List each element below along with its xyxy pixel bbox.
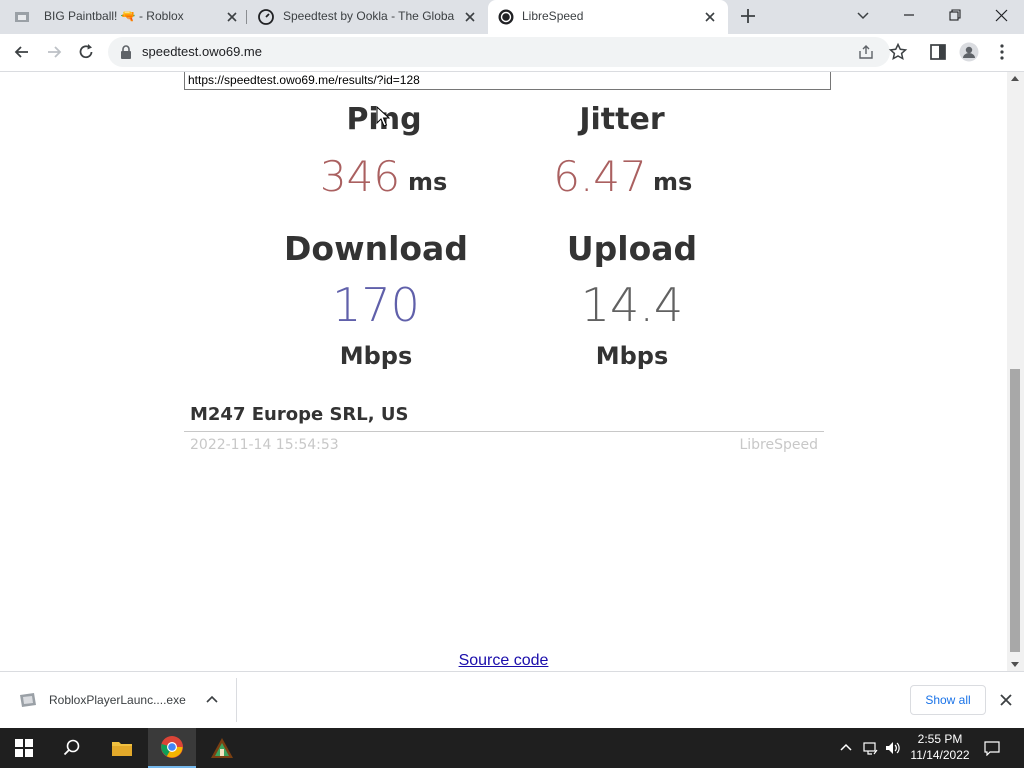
tab-roblox[interactable]: BIG Paintball! 🔫 - Roblox bbox=[0, 0, 240, 34]
page-content: https://speedtest.owo69.me/results/?id=1… bbox=[0, 72, 1007, 671]
minimize-icon bbox=[904, 14, 914, 16]
minimize-button[interactable] bbox=[886, 0, 932, 30]
taskbar-roblox[interactable] bbox=[198, 728, 246, 768]
upload-unit: Mbps bbox=[595, 342, 669, 370]
jitter-unit: ms bbox=[653, 168, 693, 196]
share-icon[interactable] bbox=[857, 43, 875, 61]
restore-icon bbox=[949, 9, 961, 21]
source-code-link[interactable]: Source code bbox=[459, 652, 549, 669]
tab-separator bbox=[246, 10, 247, 24]
download-label: Download bbox=[284, 229, 468, 268]
folder-icon bbox=[112, 742, 132, 756]
lock-icon[interactable] bbox=[120, 45, 132, 59]
clock-time: 2:55 PM bbox=[917, 732, 963, 746]
roblox-studio-icon bbox=[211, 738, 233, 758]
download-item-name[interactable]: RobloxPlayerLaunc....exe bbox=[49, 693, 186, 707]
roblox-page-icon bbox=[15, 12, 29, 22]
show-all-button[interactable]: Show all bbox=[910, 685, 986, 715]
windows-logo-icon bbox=[15, 739, 33, 757]
browser-toolbar: speedtest.owo69.me bbox=[0, 34, 1024, 72]
tab-ookla[interactable]: Speedtest by Ookla - The Global bbox=[248, 0, 486, 34]
scrollbar-thumb[interactable] bbox=[1010, 369, 1020, 652]
tab-title: LibreSpeed bbox=[522, 9, 584, 23]
more-menu-icon[interactable] bbox=[992, 42, 1012, 62]
reload-icon[interactable] bbox=[76, 42, 96, 62]
taskbar-chrome[interactable] bbox=[148, 728, 196, 768]
new-tab-icon[interactable] bbox=[738, 6, 758, 26]
ping-value: 346 bbox=[319, 152, 401, 201]
result-timestamp: 2022-11-14 15:54:53 bbox=[190, 437, 339, 453]
page-scrollbar[interactable] bbox=[1007, 72, 1024, 671]
source-code-container: Source code bbox=[0, 652, 1007, 670]
result-divider bbox=[184, 431, 824, 432]
tab-librespeed[interactable]: LibreSpeed bbox=[488, 0, 728, 34]
address-bar[interactable]: speedtest.owo69.me bbox=[108, 37, 890, 67]
tab-search-button[interactable] bbox=[840, 0, 886, 30]
librespeed-icon bbox=[498, 9, 514, 25]
windows-taskbar: 2:55 PM 11/14/2022 bbox=[0, 728, 1024, 768]
address-text[interactable]: speedtest.owo69.me bbox=[142, 44, 262, 59]
side-panel-icon[interactable] bbox=[928, 42, 948, 62]
upload-label: Upload bbox=[566, 229, 698, 268]
volume-icon[interactable] bbox=[884, 740, 900, 756]
isp-info: M247 Europe SRL, US bbox=[190, 404, 409, 425]
ookla-icon bbox=[258, 9, 274, 25]
notification-icon[interactable] bbox=[984, 740, 1000, 756]
result-share-url-field[interactable]: https://speedtest.owo69.me/results/?id=1… bbox=[184, 72, 831, 90]
start-button[interactable] bbox=[0, 728, 48, 768]
close-icon[interactable] bbox=[998, 692, 1014, 708]
chrome-icon bbox=[161, 736, 183, 758]
download-separator bbox=[236, 678, 237, 722]
chevron-down-icon bbox=[857, 12, 869, 20]
close-tab-icon[interactable] bbox=[702, 9, 718, 25]
search-button[interactable] bbox=[48, 728, 96, 768]
taskbar-file-explorer[interactable] bbox=[98, 728, 146, 768]
librespeed-brand: LibreSpeed bbox=[739, 437, 818, 453]
taskbar-clock[interactable]: 2:55 PM 11/14/2022 bbox=[906, 731, 974, 763]
jitter-label: Jitter bbox=[579, 102, 665, 137]
download-unit: Mbps bbox=[339, 342, 413, 370]
chevron-up-icon[interactable] bbox=[838, 740, 854, 756]
profile-avatar-icon[interactable] bbox=[959, 42, 979, 62]
back-icon[interactable] bbox=[12, 42, 32, 62]
tab-title: BIG Paintball! 🔫 - Roblox bbox=[44, 9, 184, 23]
jitter-value: 6.47 bbox=[553, 152, 647, 201]
close-icon bbox=[995, 9, 1007, 21]
close-window-button[interactable] bbox=[978, 0, 1024, 30]
scroll-up-arrow-icon[interactable] bbox=[1011, 76, 1019, 81]
forward-icon[interactable] bbox=[44, 42, 64, 62]
download-shelf: RobloxPlayerLaunc....exe Show all bbox=[0, 671, 1024, 728]
network-icon[interactable] bbox=[862, 740, 878, 756]
restore-button[interactable] bbox=[932, 0, 978, 30]
scroll-down-arrow-icon[interactable] bbox=[1011, 662, 1019, 667]
clock-date: 11/14/2022 bbox=[910, 748, 970, 762]
close-tab-icon[interactable] bbox=[224, 9, 240, 25]
bookmark-star-icon[interactable] bbox=[888, 42, 908, 62]
close-tab-icon[interactable] bbox=[462, 9, 478, 25]
tab-title: Speedtest by Ookla - The Global bbox=[283, 9, 455, 23]
upload-value: 14.4 bbox=[580, 278, 684, 332]
tab-strip: BIG Paintball! 🔫 - Roblox Speedtest by O… bbox=[0, 0, 1024, 34]
download-value: 170 bbox=[332, 278, 420, 332]
chevron-up-icon[interactable] bbox=[205, 693, 219, 707]
mouse-cursor-icon bbox=[376, 106, 390, 127]
file-icon bbox=[20, 693, 36, 707]
ping-unit: ms bbox=[408, 168, 448, 196]
search-icon bbox=[63, 739, 80, 756]
